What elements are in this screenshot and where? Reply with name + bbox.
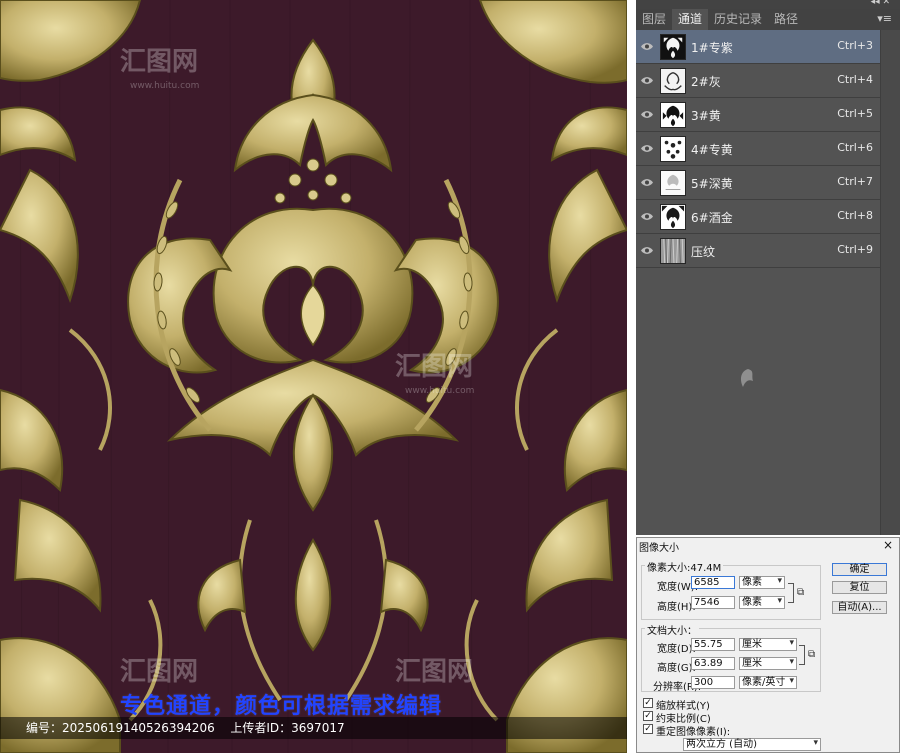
channel-thumbnail: [660, 238, 686, 264]
pixel-width-unit-select[interactable]: 像素: [739, 576, 785, 589]
eye-icon[interactable]: [641, 144, 653, 153]
panel-topbar: ◂◂ ✕: [636, 0, 900, 9]
watermark-1: 汇图网: [120, 47, 198, 77]
uploader-label: 上传者ID：: [230, 721, 292, 735]
spot-channel-caption: 专色通道，颜色可根据需求编辑: [120, 694, 443, 719]
link-bracket: [788, 583, 794, 603]
channel-row[interactable]: 1#专紫 Ctrl+3: [636, 30, 880, 64]
resolution-input[interactable]: [691, 676, 735, 689]
channel-row[interactable]: 2#灰 Ctrl+4: [636, 64, 880, 98]
pixel-height-label: 高度(H):: [657, 602, 696, 613]
tab-paths[interactable]: 路径: [768, 9, 804, 30]
channel-thumbnail: [660, 68, 686, 94]
watermark-3: 汇图网: [120, 657, 198, 687]
channel-shortcut: Ctrl+5: [837, 107, 873, 120]
id-value: 20250619140526394206: [62, 721, 215, 735]
watermark-2: 汇图网: [395, 352, 473, 382]
channel-shortcut: Ctrl+4: [837, 73, 873, 86]
channel-thumbnail: [660, 34, 686, 60]
channel-thumbnail: [660, 136, 686, 162]
image-info-bar: 编号：20250619140526394206 上传者ID：3697017: [0, 717, 627, 739]
tab-history[interactable]: 历史记录: [708, 9, 768, 30]
channel-thumbnail: [660, 102, 686, 128]
reset-button[interactable]: 复位: [832, 581, 887, 594]
uploader-value: 3697017: [291, 721, 345, 735]
channel-row[interactable]: 4#专黄 Ctrl+6: [636, 132, 880, 166]
channel-name: 4#专黄: [691, 143, 733, 157]
resample-image-label: 重定图像像素(I):: [656, 727, 731, 738]
channel-row[interactable]: 6#酒金 Ctrl+8: [636, 200, 880, 234]
pixel-width-input[interactable]: [691, 576, 735, 589]
channel-shortcut: Ctrl+7: [837, 175, 873, 188]
eye-icon[interactable]: [641, 246, 653, 255]
watermark-4: 汇图网: [395, 657, 473, 687]
channel-list: 1#专紫 Ctrl+3 2#灰 Ctrl+4 3#黄 Ctrl+5 4#专黄 C…: [636, 30, 880, 268]
channel-row[interactable]: 3#黄 Ctrl+5: [636, 98, 880, 132]
channel-name: 3#黄: [691, 109, 721, 123]
panel-scrollbar[interactable]: [880, 30, 900, 535]
channel-shortcut: Ctrl+3: [837, 39, 873, 52]
channel-row[interactable]: 5#深黄 Ctrl+7: [636, 166, 880, 200]
panel-tab-row: 图层 通道 历史记录 路径 ▾≡: [636, 9, 900, 30]
eye-icon[interactable]: [641, 178, 653, 187]
tab-channels[interactable]: 通道: [672, 9, 709, 30]
resolution-unit-select[interactable]: 像素/英寸: [739, 676, 797, 689]
pixel-height-unit-select[interactable]: 像素: [739, 596, 785, 609]
document-size-label: 文档大小：: [645, 622, 699, 637]
damask-pattern: 汇图网 www.huitu.com 汇图网 www.huitu.com 汇图网 …: [0, 0, 627, 753]
doc-width-input[interactable]: [691, 638, 735, 651]
channel-name: 1#专紫: [691, 41, 733, 55]
image-size-dialog: 图像大小 × 像素大小:47.4M 宽度(W): 像素 高度(H): 像素 ⧉ …: [636, 537, 900, 753]
resample-method-select[interactable]: 两次立方 (自动): [683, 738, 821, 751]
eye-icon[interactable]: [641, 42, 653, 51]
id-label: 编号：: [26, 721, 63, 735]
watermark-url-1: www.huitu.com: [130, 81, 199, 91]
scale-styles-checkbox[interactable]: ✓: [643, 698, 653, 708]
panel-menu-icon[interactable]: ▾≡: [877, 12, 892, 25]
channel-name: 2#灰: [691, 75, 721, 89]
resample-image-checkbox[interactable]: ✓: [643, 724, 653, 734]
channel-name: 压纹: [691, 245, 716, 259]
damask-artwork-canvas: 汇图网 www.huitu.com 汇图网 www.huitu.com 汇图网 …: [0, 0, 627, 753]
eye-icon[interactable]: [641, 212, 653, 221]
auto-button[interactable]: 自动(A)...: [832, 601, 887, 614]
channels-panel: ◂◂ ✕ 图层 通道 历史记录 路径 ▾≡ 1#专紫 Ctrl+3 2#灰 Ct…: [636, 0, 900, 535]
constrain-proportions-checkbox[interactable]: ✓: [643, 711, 653, 721]
channel-shortcut: Ctrl+6: [837, 141, 873, 154]
channel-name: 6#酒金: [691, 211, 733, 225]
doc-chain-link-icon: ⧉: [808, 649, 816, 660]
tab-layers[interactable]: 图层: [636, 9, 672, 30]
screen: 汇图网 www.huitu.com 汇图网 www.huitu.com 汇图网 …: [0, 0, 900, 753]
channel-row[interactable]: 压纹 Ctrl+9: [636, 234, 880, 268]
doc-width-unit-select[interactable]: 厘米: [739, 638, 797, 651]
channel-name: 5#深黄: [691, 177, 733, 191]
watermark-logo-icon: [740, 369, 753, 387]
watermark-url-2: www.huitu.com: [405, 386, 474, 396]
chain-link-icon: ⧉: [797, 587, 805, 598]
close-icon[interactable]: ×: [883, 538, 893, 552]
channel-thumbnail: [660, 204, 686, 230]
doc-height-unit-select[interactable]: 厘米: [739, 657, 797, 670]
eye-icon[interactable]: [641, 76, 653, 85]
pixel-height-input[interactable]: [691, 596, 735, 609]
ok-button[interactable]: 确定: [832, 563, 887, 576]
doc-height-input[interactable]: [691, 657, 735, 670]
eye-icon[interactable]: [641, 110, 653, 119]
channel-shortcut: Ctrl+8: [837, 209, 873, 222]
channel-thumbnail: [660, 170, 686, 196]
pixel-dimensions-label: 像素大小:47.4M: [645, 559, 724, 574]
dialog-title: 图像大小: [639, 543, 679, 554]
doc-link-bracket: [799, 645, 805, 665]
channel-shortcut: Ctrl+9: [837, 243, 873, 256]
collapse-arrows-icon[interactable]: ◂◂ ✕: [871, 0, 890, 7]
